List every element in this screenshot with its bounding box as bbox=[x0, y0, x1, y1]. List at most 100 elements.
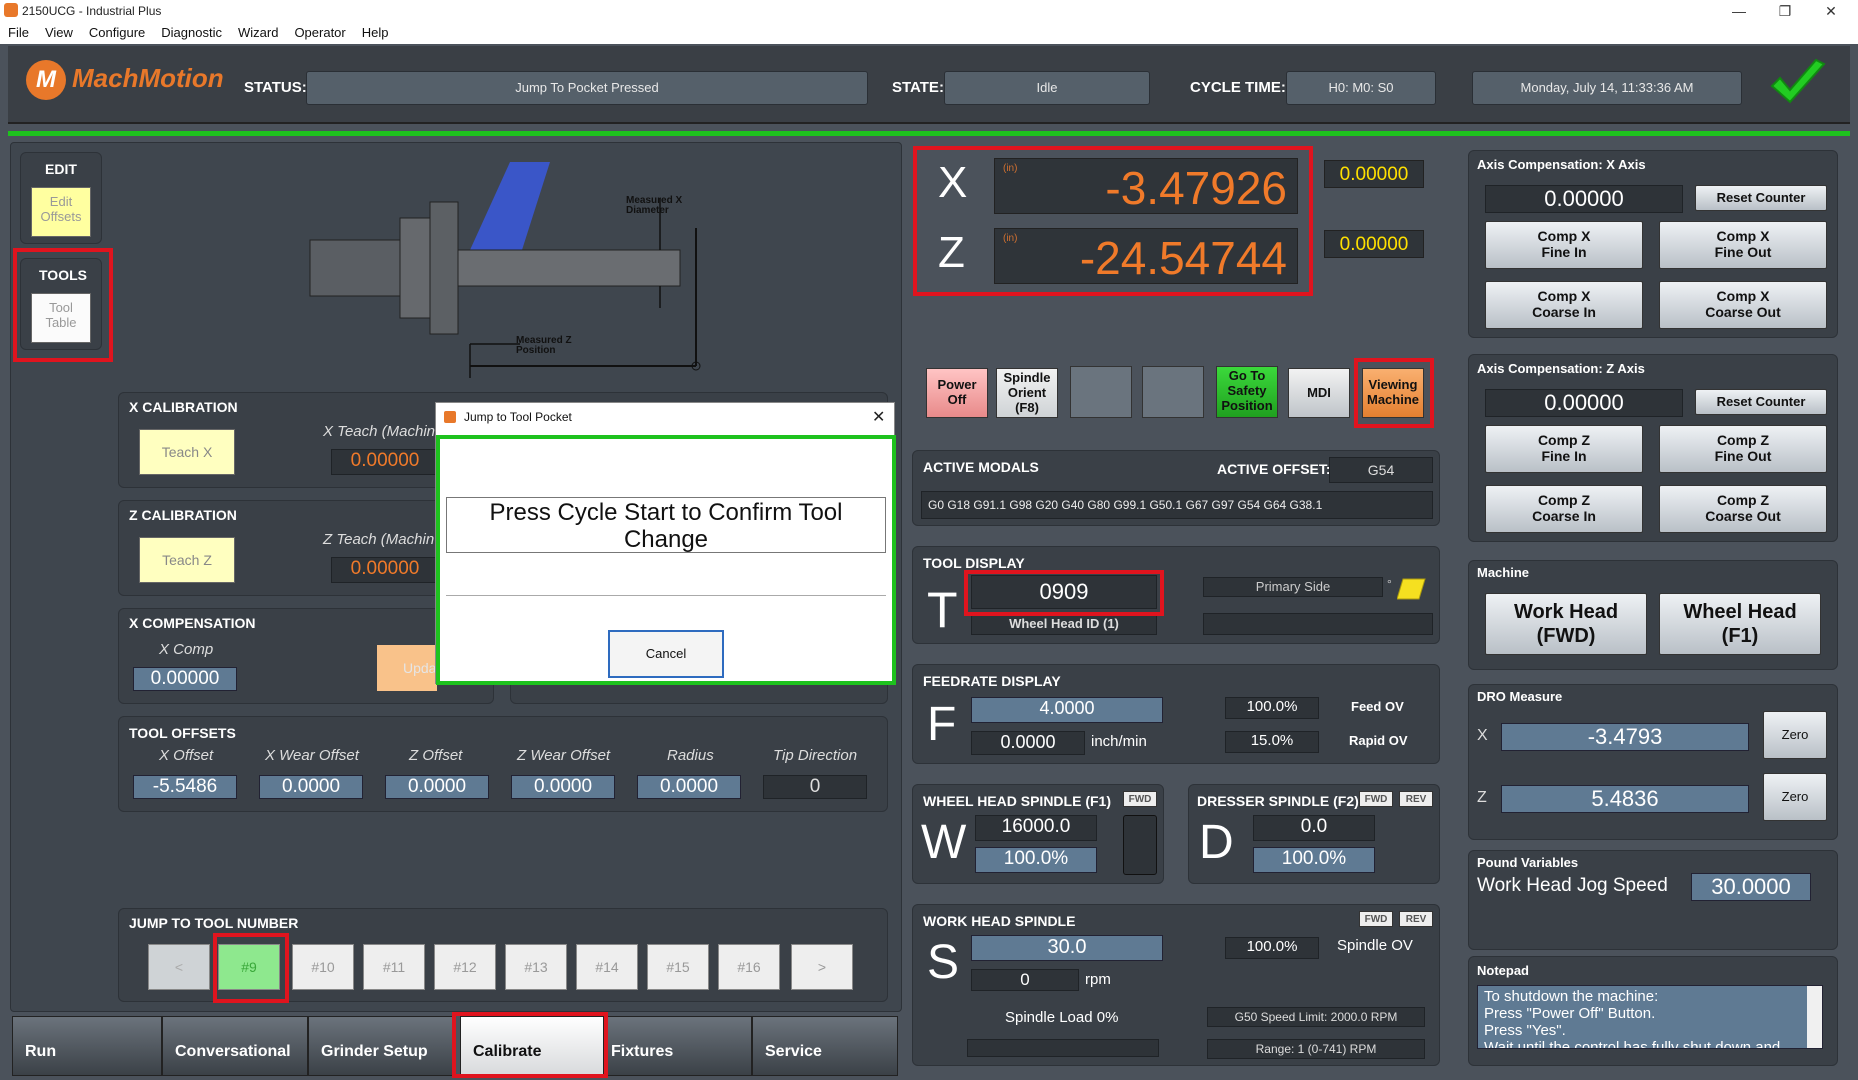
feedrate-section: FEEDRATE DISPLAY F 4.0000 0.0000 inch/mi… bbox=[912, 664, 1440, 764]
highlight-dro bbox=[913, 146, 1313, 296]
comp-x-fine-out-button[interactable]: Comp X Fine Out bbox=[1659, 221, 1827, 269]
active-modals-section: ACTIVE MODALS ACTIVE OFFSET: G54 G0 G18 … bbox=[912, 450, 1440, 526]
cancel-button[interactable]: Cancel bbox=[608, 630, 724, 678]
restore-icon[interactable]: ❐ bbox=[1762, 0, 1808, 22]
jump-tool-13-button[interactable]: #13 bbox=[505, 944, 567, 990]
work-rev-button[interactable]: REV bbox=[1399, 911, 1433, 927]
wheel-side-icon bbox=[1397, 578, 1426, 600]
state-field: Idle bbox=[944, 71, 1150, 105]
dresser-spindle-section: DRESSER SPINDLE (F2) FWD REV D 0.0 100.0… bbox=[1188, 784, 1440, 884]
dresser-rev-button[interactable]: REV bbox=[1399, 791, 1433, 807]
tab-fixtures[interactable]: Fixtures bbox=[606, 1016, 752, 1076]
comp-z-fine-in-button[interactable]: Comp Z Fine In bbox=[1485, 425, 1643, 473]
z-side-value: 0.00000 bbox=[1324, 230, 1424, 258]
zero-z-button[interactable]: Zero bbox=[1763, 773, 1827, 821]
dialog-close-icon[interactable]: ✕ bbox=[872, 407, 885, 427]
spindle-orient-button[interactable]: Spindle Orient (F8) bbox=[996, 368, 1058, 418]
z-wear-offset-field[interactable]: 0.0000 bbox=[511, 775, 615, 799]
tab-grinder-setup[interactable]: Grinder Setup bbox=[308, 1016, 454, 1076]
x-wear-offset-field[interactable]: 0.0000 bbox=[259, 775, 363, 799]
dresser-spindle-title: DRESSER SPINDLE (F2) bbox=[1197, 793, 1359, 809]
feedrate-title: FEEDRATE DISPLAY bbox=[923, 673, 1061, 689]
mdi-button[interactable]: MDI bbox=[1288, 368, 1350, 418]
tool-offsets-title: TOOL OFFSETS bbox=[129, 725, 236, 741]
dro-measure-z-label: Z bbox=[1477, 789, 1487, 806]
menu-help[interactable]: Help bbox=[354, 22, 397, 40]
dro-measure-title: DRO Measure bbox=[1477, 689, 1563, 704]
menu-bar: File View Configure Diagnostic Wizard Operato… bbox=[0, 22, 1858, 44]
z-teach-label: Z Teach (Machin bbox=[323, 531, 435, 548]
reset-counter-z-button[interactable]: Reset Counter bbox=[1695, 389, 1827, 415]
wheel-head-f1-button[interactable]: Wheel Head (F1) bbox=[1659, 593, 1821, 655]
x-comp-value[interactable]: 0.00000 bbox=[133, 667, 237, 691]
notepad-scrollbar[interactable] bbox=[1807, 986, 1822, 1048]
x-offset-field[interactable]: -5.5486 bbox=[133, 775, 237, 799]
work-fwd-button[interactable]: FWD bbox=[1359, 911, 1393, 927]
notepad-textarea[interactable]: To shutdown the machine: Press "Power Of… bbox=[1477, 985, 1823, 1049]
menu-diagnostic[interactable]: Diagnostic bbox=[153, 22, 230, 40]
edit-offsets-button[interactable]: Edit Offsets bbox=[31, 187, 91, 237]
grinding-diagram bbox=[309, 162, 701, 378]
go-to-safety-button[interactable]: Go To Safety Position bbox=[1216, 366, 1278, 418]
jump-tool-10-button[interactable]: #10 bbox=[292, 944, 354, 990]
jump-tool-15-button[interactable]: #15 bbox=[647, 944, 709, 990]
update-button[interactable]: Upda bbox=[377, 645, 437, 691]
speed-limit-field: G50 Speed Limit: 2000.0 RPM bbox=[1207, 1007, 1425, 1027]
notepad-text: To shutdown the machine: Press "Power Of… bbox=[1484, 988, 1781, 1049]
dresser-spindle-letter: D bbox=[1199, 816, 1234, 869]
work-head-fwd-button[interactable]: Work Head (FWD) bbox=[1485, 593, 1647, 655]
minimize-icon[interactable]: — bbox=[1716, 0, 1762, 22]
comp-z-coarse-out-button[interactable]: Comp Z Coarse Out bbox=[1659, 485, 1827, 533]
tab-service[interactable]: Service bbox=[752, 1016, 898, 1076]
comp-z-fine-out-button[interactable]: Comp Z Fine Out bbox=[1659, 425, 1827, 473]
teach-z-button[interactable]: Teach Z bbox=[139, 537, 235, 583]
jump-prev-button[interactable]: < bbox=[148, 944, 210, 990]
jump-tool-12-button[interactable]: #12 bbox=[434, 944, 496, 990]
header-bar: M MachMotion STATUS: Jump To Pocket Press… bbox=[8, 46, 1850, 124]
radius-field[interactable]: 0.0000 bbox=[637, 775, 741, 799]
work-head-jog-label: Work Head Jog Speed bbox=[1477, 875, 1668, 896]
range-field: Range: 1 (0-741) RPM bbox=[1207, 1039, 1425, 1059]
comp-x-fine-in-button[interactable]: Comp X Fine In bbox=[1485, 221, 1643, 269]
jump-tool-11-button[interactable]: #11 bbox=[363, 944, 425, 990]
reset-counter-x-button[interactable]: Reset Counter bbox=[1695, 185, 1827, 211]
highlight-tool-number bbox=[964, 570, 1164, 616]
feedrate-actual: 0.0000 bbox=[971, 731, 1085, 755]
power-off-button[interactable]: Power Off bbox=[926, 368, 988, 418]
feed-ov-label: Feed OV bbox=[1351, 699, 1404, 714]
zero-x-button[interactable]: Zero bbox=[1763, 711, 1827, 759]
wheel-spindle-letter: W bbox=[921, 816, 967, 869]
x-teach-label: X Teach (Machin bbox=[323, 423, 436, 440]
pound-variables-section: Pound Variables Work Head Jog Speed 30.0… bbox=[1468, 850, 1838, 950]
menu-view[interactable]: View bbox=[37, 22, 81, 40]
work-head-jog-value[interactable]: 30.0000 bbox=[1691, 873, 1811, 901]
tab-conversational[interactable]: Conversational bbox=[162, 1016, 308, 1076]
comp-z-coarse-in-button[interactable]: Comp Z Coarse In bbox=[1485, 485, 1643, 533]
comp-x-counter: 0.00000 bbox=[1485, 185, 1683, 213]
comp-x-coarse-out-button[interactable]: Comp X Coarse Out bbox=[1659, 281, 1827, 329]
tip-direction-field[interactable]: 0 bbox=[763, 775, 867, 799]
menu-wizard[interactable]: Wizard bbox=[230, 22, 286, 40]
menu-file[interactable]: File bbox=[0, 22, 37, 40]
primary-side: Primary Side bbox=[1203, 577, 1383, 597]
jump-next-button[interactable]: > bbox=[791, 944, 853, 990]
teach-x-button[interactable]: Teach X bbox=[139, 429, 235, 475]
z-offset-field[interactable]: 0.0000 bbox=[385, 775, 489, 799]
jump-tool-14-button[interactable]: #14 bbox=[576, 944, 638, 990]
x-compensation-title: X COMPENSATION bbox=[129, 615, 256, 631]
pound-variables-title: Pound Variables bbox=[1477, 855, 1579, 870]
jump-to-tool-pocket-dialog: Jump to Tool Pocket ✕ Press Cycle Start … bbox=[435, 402, 896, 685]
comp-x-coarse-in-button[interactable]: Comp X Coarse In bbox=[1485, 281, 1643, 329]
menu-operator[interactable]: Operator bbox=[286, 22, 353, 40]
comp-z-counter: 0.00000 bbox=[1485, 389, 1683, 417]
blank-button-2[interactable] bbox=[1142, 366, 1204, 418]
tab-run[interactable]: Run bbox=[12, 1016, 162, 1076]
notepad-section: Notepad To shutdown the machine: Press "… bbox=[1468, 956, 1838, 1066]
dialog-app-icon bbox=[444, 411, 456, 423]
close-icon[interactable]: ✕ bbox=[1808, 0, 1854, 22]
dresser-fwd-button[interactable]: FWD bbox=[1359, 791, 1393, 807]
jump-tool-16-button[interactable]: #16 bbox=[718, 944, 780, 990]
blank-button-1[interactable] bbox=[1070, 366, 1132, 418]
x-wear-offset-header: X Wear Offset bbox=[265, 747, 359, 764]
menu-configure[interactable]: Configure bbox=[81, 22, 153, 40]
